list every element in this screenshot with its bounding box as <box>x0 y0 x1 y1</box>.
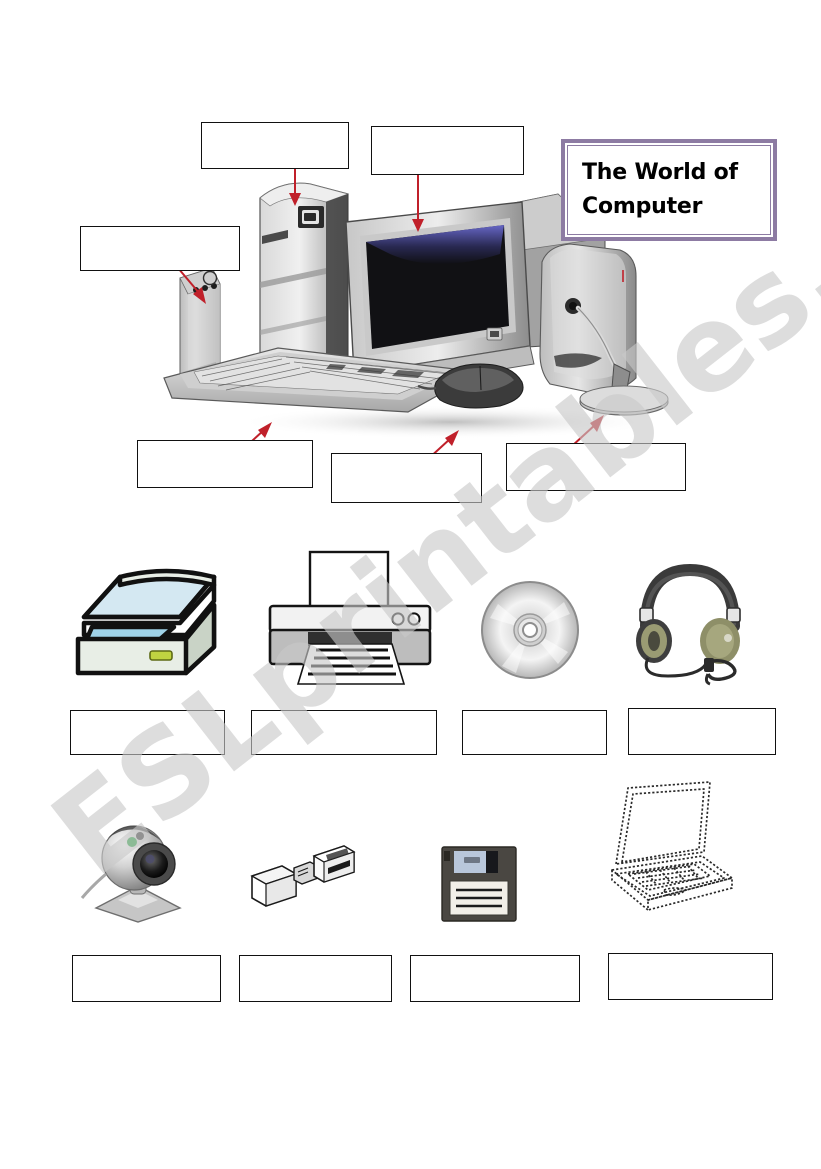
scanner-icon <box>75 568 217 676</box>
answer-box-floppy-disk[interactable] <box>410 955 580 1002</box>
answer-box-monitor[interactable] <box>371 126 524 175</box>
title-line-1: The World of <box>582 159 738 185</box>
answer-box-mouse[interactable] <box>331 453 482 503</box>
answer-box-laptop[interactable] <box>608 953 773 1000</box>
printer-icon <box>268 550 432 685</box>
answer-box-microphone[interactable] <box>506 443 686 491</box>
compact-disc-icon <box>481 581 579 679</box>
webcam-icon <box>80 825 182 923</box>
laptop-icon <box>611 781 733 911</box>
title-line-2: Computer <box>582 194 703 219</box>
answer-box-webcam[interactable] <box>72 955 221 1002</box>
answer-box-tower[interactable] <box>201 122 349 169</box>
title-card: The World of Computer <box>561 139 777 241</box>
answer-box-printer[interactable] <box>251 710 437 755</box>
usb-flash-drive-icon <box>250 845 356 907</box>
answer-box-cd[interactable] <box>462 710 607 755</box>
answer-box-keyboard[interactable] <box>137 440 313 488</box>
answer-box-usb-drive[interactable] <box>239 955 392 1002</box>
headphones-icon <box>636 563 741 686</box>
answer-box-scanner[interactable] <box>70 710 225 755</box>
answer-box-headphones[interactable] <box>628 708 776 755</box>
worksheet-page: The World of Computer <box>0 0 821 1169</box>
floppy-disk-icon <box>441 846 517 922</box>
answer-box-left-speaker[interactable] <box>80 226 240 271</box>
